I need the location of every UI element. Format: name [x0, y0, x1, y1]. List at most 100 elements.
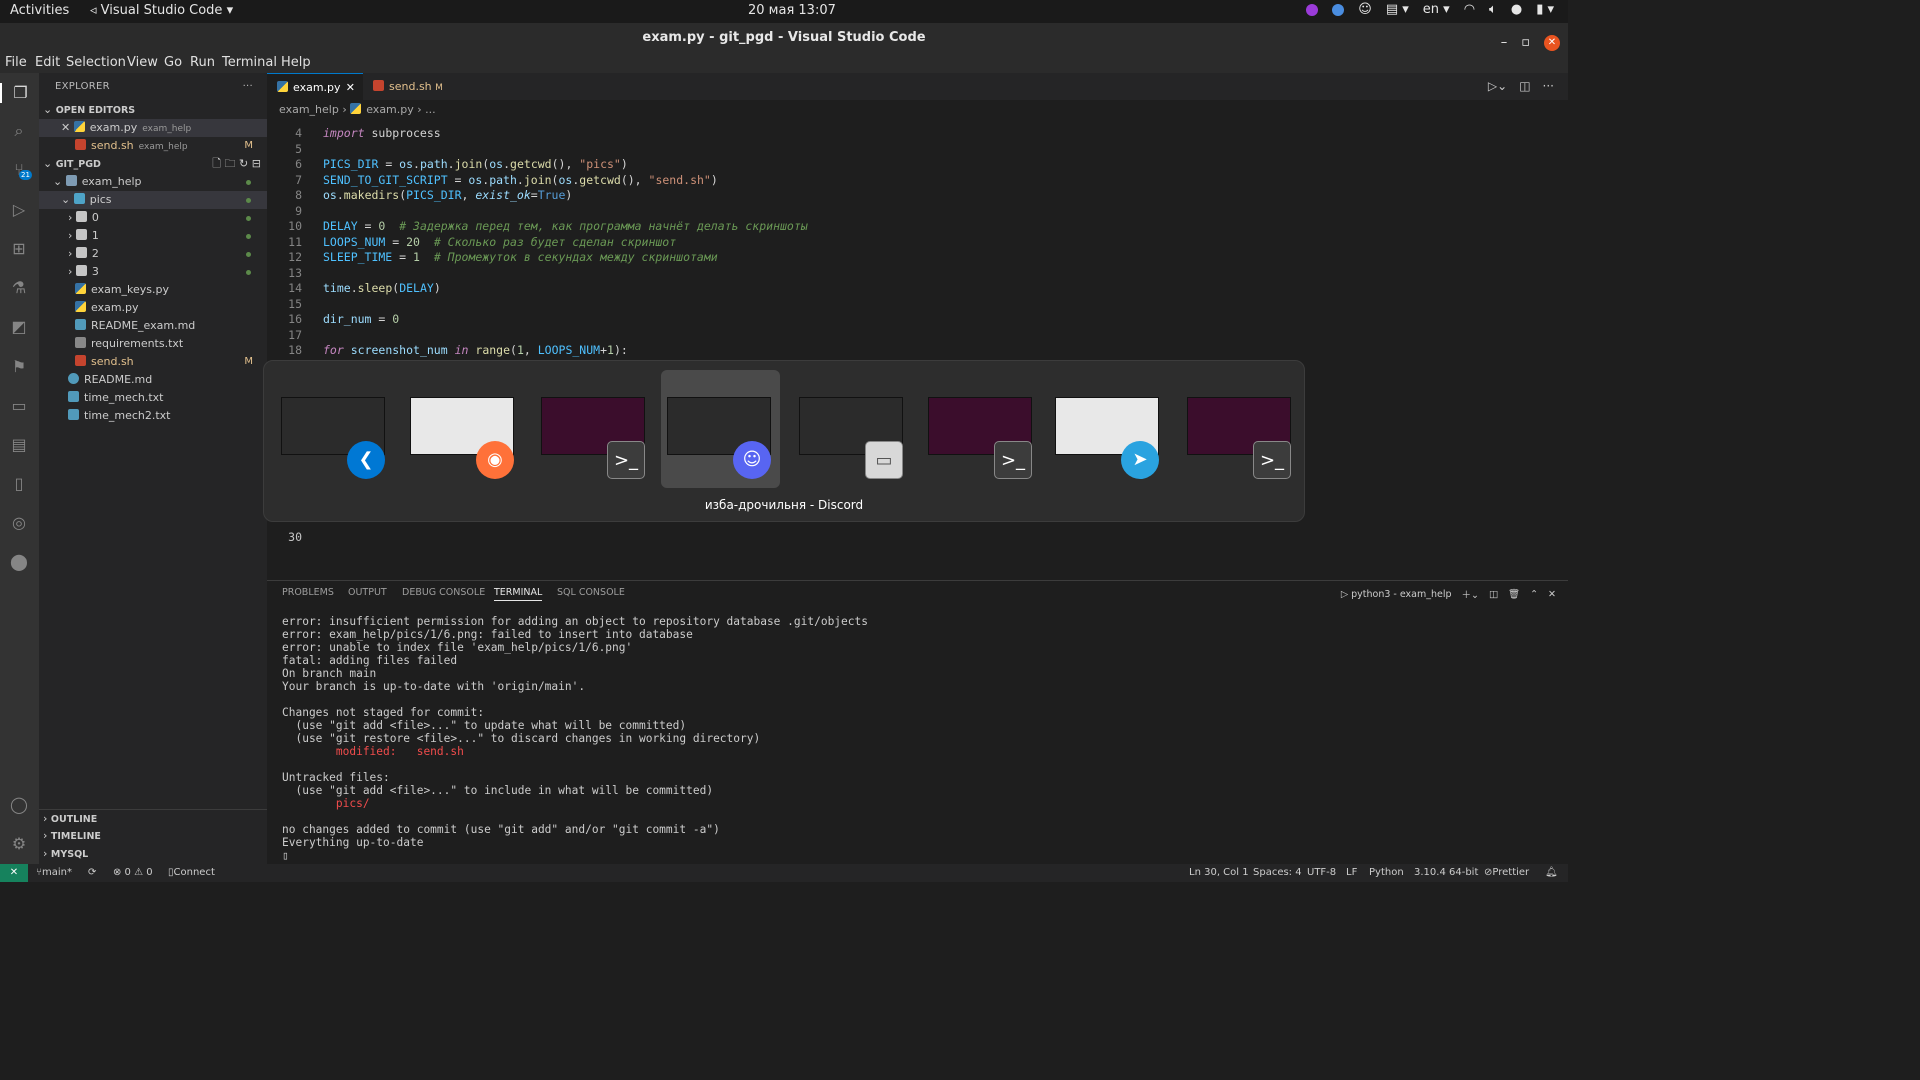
volume-icon[interactable]: 🔈︎ — [1489, 2, 1497, 17]
connect-button[interactable]: ▯ Connect — [168, 864, 215, 882]
source-control-icon[interactable]: ⑂ 21 — [9, 160, 32, 180]
tree-item[interactable]: › 0 — [39, 209, 267, 227]
menu-view[interactable]: View — [127, 55, 158, 70]
language-mode[interactable]: Python — [1369, 864, 1404, 882]
clock[interactable]: 20 мая 13:07 — [748, 3, 836, 18]
microphone-icon[interactable]: ● — [1511, 2, 1522, 17]
clipboard-icon[interactable]: ▤ ▾ — [1386, 2, 1409, 17]
tab-exam-py[interactable]: exam.py ✕ — [267, 73, 363, 100]
tree-item[interactable]: exam_keys.py — [39, 281, 267, 299]
switcher-window[interactable]: >_ — [1187, 397, 1293, 479]
tab-problems[interactable]: PROBLEMS — [282, 587, 334, 598]
open-editor-item[interactable]: send.sh exam_help M — [39, 137, 267, 155]
battery-icon[interactable]: ▮ ▾ — [1536, 2, 1554, 17]
activities-button[interactable]: Activities — [10, 3, 69, 18]
tree-item[interactable]: README.md — [39, 371, 267, 389]
close-icon[interactable]: ✕ — [346, 74, 355, 101]
split-editor-icon[interactable]: ◫ — [1519, 79, 1530, 93]
trash-icon[interactable]: 🗑︎ — [1508, 589, 1520, 600]
menu-go[interactable]: Go — [164, 55, 182, 70]
run-icon[interactable]: ▷⌄ — [1488, 79, 1507, 93]
remote-indicator[interactable]: ✕ — [0, 864, 28, 882]
eol[interactable]: LF — [1346, 864, 1357, 882]
tab-debug-console[interactable]: DEBUG CONSOLE — [402, 587, 485, 598]
search-icon[interactable]: ⌕ — [9, 121, 29, 141]
testing-icon[interactable]: ⚗ — [9, 278, 29, 298]
notebook-icon[interactable]: ▯ — [9, 474, 29, 494]
problems-indicator[interactable]: ⊗ 0 ⚠ 0 — [113, 864, 153, 882]
tab-sql-console[interactable]: SQL CONSOLE — [557, 587, 625, 598]
menu-selection[interactable]: Selection — [66, 55, 126, 70]
close-panel-icon[interactable]: ✕ — [1548, 589, 1556, 600]
accounts-icon[interactable]: ◯ — [9, 795, 29, 815]
workspace-section[interactable]: ⌄ GIT_PGD 🗋︎ 🗀︎ ↻ ⊟ — [39, 155, 267, 173]
tree-item[interactable]: README_exam.md — [39, 317, 267, 335]
switcher-window[interactable]: >_ — [541, 397, 647, 479]
timeline-section[interactable]: › TIMELINE — [39, 827, 267, 845]
menu-terminal[interactable]: Terminal — [222, 55, 277, 70]
tray-chrome-icon[interactable] — [1332, 3, 1345, 16]
mysql-section[interactable]: › MYSQL — [39, 845, 267, 863]
run-debug-icon[interactable]: ▷ — [9, 200, 29, 220]
switcher-window[interactable]: ❮ — [281, 397, 387, 479]
close-icon[interactable]: ✕ — [1544, 34, 1560, 51]
tree-item[interactable]: ⌄ pics — [39, 191, 267, 209]
menu-run[interactable]: Run — [190, 55, 215, 70]
tree-item[interactable]: ⌄ exam_help — [39, 173, 267, 191]
gear-icon[interactable]: ⚙ — [9, 834, 29, 854]
tree-item[interactable]: time_mech2.txt — [39, 407, 267, 425]
more-actions-icon[interactable]: ··· — [243, 73, 253, 100]
switcher-window[interactable]: ◉ — [410, 397, 516, 479]
python-interpreter[interactable]: 3.10.4 64-bit — [1414, 864, 1478, 882]
maximize-panel-icon[interactable]: ⌃ — [1530, 589, 1538, 600]
extensions-icon[interactable]: ⊞ — [9, 239, 29, 259]
remote-explorer-icon[interactable]: ▤ — [9, 435, 29, 455]
database-icon[interactable]: ◎ — [9, 513, 29, 533]
outline-section[interactable]: › OUTLINE — [39, 809, 267, 827]
new-terminal-icon[interactable]: ＋⌄ — [1462, 587, 1479, 601]
branch-indicator[interactable]: ⑂ main* — [36, 864, 72, 882]
project-manager-icon[interactable]: ▭ — [9, 396, 29, 416]
language-indicator[interactable]: en ▾ — [1423, 2, 1450, 17]
switcher-window[interactable]: ☺ — [667, 397, 773, 479]
sync-icon[interactable]: ⟳ — [88, 864, 96, 882]
tree-item[interactable]: › 1 — [39, 227, 267, 245]
more-actions-icon[interactable]: ··· — [1543, 79, 1554, 93]
menu-edit[interactable]: Edit — [35, 55, 60, 70]
encoding[interactable]: UTF-8 — [1307, 864, 1336, 882]
tab-send-sh[interactable]: send.sh M — [363, 73, 453, 100]
tab-terminal[interactable]: TERMINAL — [494, 587, 543, 601]
terminal-selector[interactable]: ▷ python3 - exam_help — [1341, 589, 1452, 600]
tree-item[interactable]: time_mech.txt — [39, 389, 267, 407]
breadcrumb-folder[interactable]: exam_help — [279, 103, 339, 116]
indentation[interactable]: Spaces: 4 — [1253, 864, 1302, 882]
switcher-window[interactable]: ▭ — [799, 397, 905, 479]
tray-discord-icon[interactable]: ☺ — [1358, 2, 1372, 17]
menu-help[interactable]: Help — [281, 55, 311, 70]
app-menu[interactable]: ◃ Visual Studio Code ▾ — [90, 3, 233, 18]
tree-item[interactable]: › 3 — [39, 263, 267, 281]
bookmarks-icon[interactable]: ⚑ — [9, 357, 29, 377]
close-icon[interactable]: ✕ — [61, 121, 70, 134]
breadcrumb-symbol[interactable]: ... — [425, 103, 436, 116]
switcher-window[interactable]: ➤ — [1055, 397, 1161, 479]
tree-item[interactable]: exam.py — [39, 299, 267, 317]
cursor-position[interactable]: Ln 30, Col 1 — [1189, 864, 1249, 882]
notifications-icon[interactable]: 🔔︎ — [1545, 864, 1558, 882]
tab-output[interactable]: OUTPUT — [348, 587, 387, 598]
docker-icon[interactable]: ◩ — [9, 317, 29, 337]
tree-item[interactable]: › 2 — [39, 245, 267, 263]
terminal-output[interactable]: error: insufficient permission for addin… — [282, 615, 868, 862]
menu-file[interactable]: File — [5, 55, 27, 70]
prettier-status[interactable]: ⊘ Prettier — [1484, 864, 1529, 882]
tray-app-icon[interactable] — [1306, 3, 1319, 16]
explorer-icon[interactable]: ❐ — [0, 83, 39, 103]
tree-item[interactable]: requirements.txt — [39, 335, 267, 353]
open-editor-item[interactable]: ✕ exam.py exam_help — [39, 119, 267, 137]
wifi-icon[interactable]: ◠ — [1464, 2, 1475, 17]
tree-item[interactable]: send.sh M — [39, 353, 267, 371]
json-icon[interactable]: ⬤ — [9, 552, 29, 572]
breadcrumb-file[interactable]: exam.py — [366, 103, 414, 116]
switcher-window[interactable]: >_ — [928, 397, 1034, 479]
open-editors-section[interactable]: ⌄ OPEN EDITORS — [39, 101, 267, 119]
